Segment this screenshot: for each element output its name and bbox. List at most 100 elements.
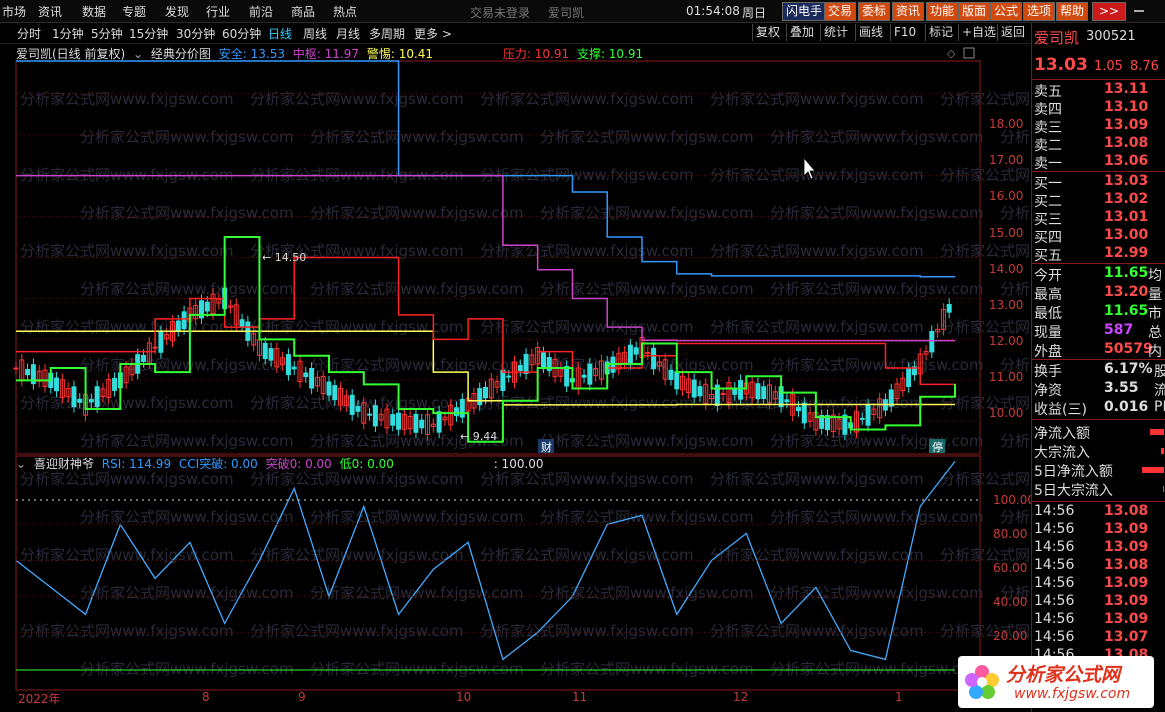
menu-item-frontier[interactable]: 前沿 (249, 3, 273, 20)
watermark-text: 分析家公式网www.fxjgsw.com (250, 546, 464, 564)
watermark-text: 分析家公式网www.fxjgsw.com (770, 584, 984, 602)
stat-label: 最低 (1034, 306, 1062, 322)
menu-item-hot[interactable]: 热点 (333, 3, 357, 20)
bid-row[interactable]: 买五 12.99 (1034, 245, 1165, 264)
period-30min[interactable]: 30分钟 (176, 25, 215, 42)
watermark-text: 分析家公式网www.fxjgsw.com (310, 584, 524, 602)
tool-overlay[interactable]: 叠加 (786, 24, 817, 41)
stat2-label: 换手 (1034, 364, 1062, 380)
tick-time: 14:56 (1034, 629, 1075, 645)
candle-body (564, 365, 570, 387)
ask-row[interactable]: 卖二 13.08 (1034, 135, 1165, 154)
rsi-tick: 60.00 (993, 561, 1028, 575)
order-button[interactable]: 委标 (858, 2, 891, 21)
bid-row[interactable]: 买三 13.01 (1034, 209, 1165, 228)
tick-price: 13.09 (1104, 575, 1149, 591)
candle-body (25, 369, 31, 376)
candle-body (674, 371, 680, 390)
period-intraday[interactable]: 分时 (17, 25, 41, 42)
tool-adjust[interactable]: 复权 (752, 24, 783, 41)
sub-legend-title[interactable]: 喜迎财神爷 (34, 457, 94, 471)
menu-item-market[interactable]: 市场 (2, 3, 26, 20)
bid-row-price: 12.99 (1104, 245, 1149, 261)
window-stock-name: 爱司凯 (548, 6, 585, 20)
menu-item-news[interactable]: 资讯 (38, 3, 62, 20)
menu-bar: 市场 资讯 数据 专题 发现 行业 前沿 商品 热点 交易未登录 爱司凯 01:… (0, 0, 1165, 23)
diamond-icon[interactable]: ◇ (947, 47, 956, 60)
bid-row[interactable]: 买二 13.02 (1034, 191, 1165, 210)
minimize-icon[interactable] (1134, 10, 1144, 12)
watermark-text: 分析家公式网www.fxjgsw.com (310, 508, 524, 526)
ask-row[interactable]: 卖三 13.09 (1034, 117, 1165, 136)
period-daily[interactable]: 日线 (268, 25, 292, 42)
formula-button[interactable]: 公式 (990, 2, 1023, 21)
menu-item-goods[interactable]: 商品 (291, 3, 315, 20)
ask-row[interactable]: 卖四 13.10 (1034, 99, 1165, 118)
candle-body (523, 353, 529, 374)
maximize-icon[interactable] (963, 47, 975, 59)
tool-draw[interactable]: 画线 (855, 24, 886, 41)
legend-support: 支撑: 10.91 (576, 47, 644, 61)
period-more[interactable]: 更多 > (414, 25, 452, 42)
ask-row-price: 13.08 (1104, 135, 1149, 151)
bid-row-price: 13.00 (1104, 227, 1149, 243)
tool-back[interactable]: 返回 (997, 24, 1028, 41)
quote-stock-code: 300521 (1086, 29, 1136, 44)
period-multi[interactable]: 多周期 (369, 25, 405, 42)
main-legend-indicator[interactable]: 经典分价图 (151, 47, 211, 61)
flow-label: 净流入额 (1034, 426, 1090, 442)
price-tick: 17.00 (989, 153, 1024, 167)
bid-row[interactable]: 买一 13.03 (1034, 173, 1165, 192)
login-status[interactable]: 交易未登录 (470, 4, 530, 21)
bid-row[interactable]: 买四 13.00 (1034, 227, 1165, 246)
flow-bar (1150, 429, 1164, 435)
candle-body (413, 413, 419, 433)
candle-body (141, 354, 147, 362)
period-1min[interactable]: 1分钟 (52, 25, 84, 42)
ask-row[interactable]: 卖一 13.06 (1034, 153, 1165, 172)
period-5min[interactable]: 5分钟 (91, 25, 123, 42)
chart-area[interactable]: 分析家公式网www.fxjgsw.com 分析家公式网www.fxjgsw.com… (0, 44, 1030, 712)
function-button[interactable]: 功能 (926, 2, 959, 21)
candle-body (94, 386, 100, 408)
flash-trade-button[interactable]: 闪电手 (782, 2, 827, 21)
chevron-down-icon[interactable]: ⌄ (16, 457, 26, 471)
stat2-row: 换手 6.17% 股 (1034, 361, 1165, 380)
trade-button[interactable]: 交易 (824, 2, 857, 21)
ask-row-label: 卖一 (1034, 156, 1062, 172)
candle-body (355, 406, 361, 412)
ask-row[interactable]: 卖五 13.11 (1034, 81, 1165, 100)
period-60min[interactable]: 60分钟 (222, 25, 261, 42)
stat-label: 今开 (1034, 268, 1062, 284)
tool-add-watch[interactable]: +自选 (958, 24, 999, 41)
period-15min[interactable]: 15分钟 (129, 25, 168, 42)
options-button[interactable]: 选项 (1023, 2, 1056, 21)
candle-body (784, 399, 790, 403)
candle-body (396, 412, 402, 430)
tool-f10[interactable]: F10 (890, 24, 919, 41)
legend-safe: 安全: 13.53 (218, 47, 285, 61)
layout-button[interactable]: 版面 (958, 2, 991, 21)
bid-row-price: 13.02 (1104, 191, 1149, 207)
help-button[interactable]: 帮助 (1056, 2, 1089, 21)
menu-item-industry[interactable]: 行业 (206, 3, 230, 20)
tick-row: 14:56 13.09 (1034, 575, 1165, 593)
news-button[interactable]: 资讯 (892, 2, 925, 21)
legend-center: 中枢: 11.97 (292, 47, 360, 61)
menu-item-discover[interactable]: 发现 (165, 3, 189, 20)
main-legend-title[interactable]: 爱司凯(日线 前复权) (16, 47, 125, 61)
more-button[interactable]: >> (1092, 2, 1126, 21)
flow-bar (1163, 486, 1164, 492)
watermark-text: 分析家公式网www.fxjgsw.com (770, 508, 984, 526)
period-monthly[interactable]: 月线 (336, 25, 360, 42)
watermark-text: 分析家公式网www.fxjgsw.com (310, 128, 524, 146)
menu-item-topics[interactable]: 专题 (122, 3, 146, 20)
chevron-down-icon[interactable]: ⌄ (133, 47, 143, 61)
stat2-row: 收益(三) 0.016 PE (1034, 399, 1165, 418)
period-weekly[interactable]: 周线 (303, 25, 327, 42)
candle-body (349, 394, 355, 415)
tool-stats[interactable]: 统计 (820, 24, 851, 41)
price-tick: 13.00 (989, 298, 1024, 312)
tool-mark[interactable]: 标记 (925, 24, 956, 41)
menu-item-data[interactable]: 数据 (82, 3, 106, 20)
